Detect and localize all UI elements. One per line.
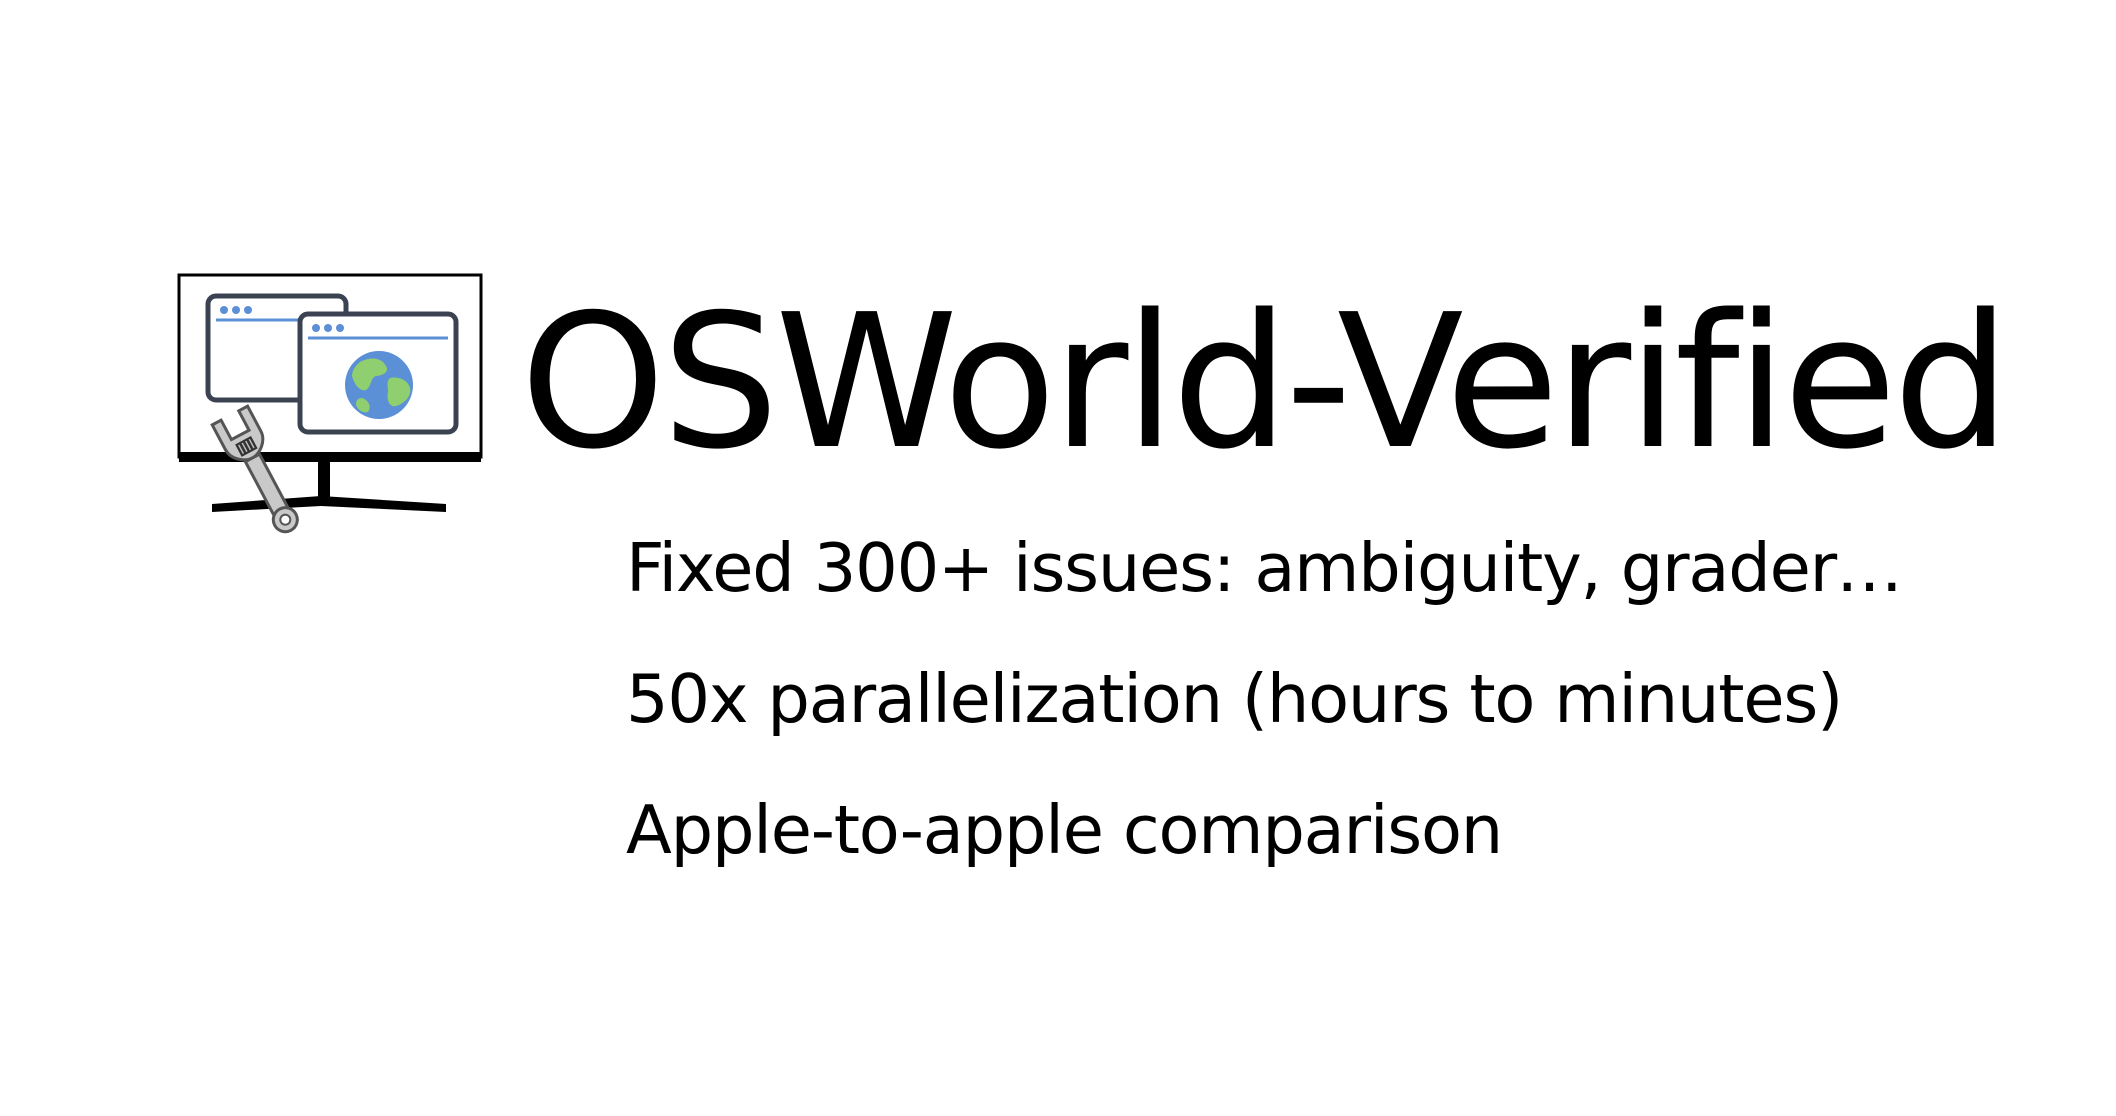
bullet-fixed-issues: Fixed 300+ issues: ambiguity, grader… <box>626 529 1903 607</box>
globe-icon <box>345 351 413 419</box>
monitor-foot <box>212 496 446 512</box>
monitor-wrench-logo <box>176 272 488 568</box>
slide-title: OSWorld-Verified <box>520 274 2010 490</box>
monitor-wrench-icon <box>177 273 483 534</box>
monitor-neck <box>318 462 330 500</box>
monitor-bezel <box>179 452 481 462</box>
bullet-parallelization: 50x parallelization (hours to minutes) <box>626 660 1843 738</box>
bullet-list: Fixed 300+ issues: ambiguity, grader… 50… <box>626 529 1903 928</box>
bullet-comparison: Apple-to-apple comparison <box>626 791 1503 869</box>
